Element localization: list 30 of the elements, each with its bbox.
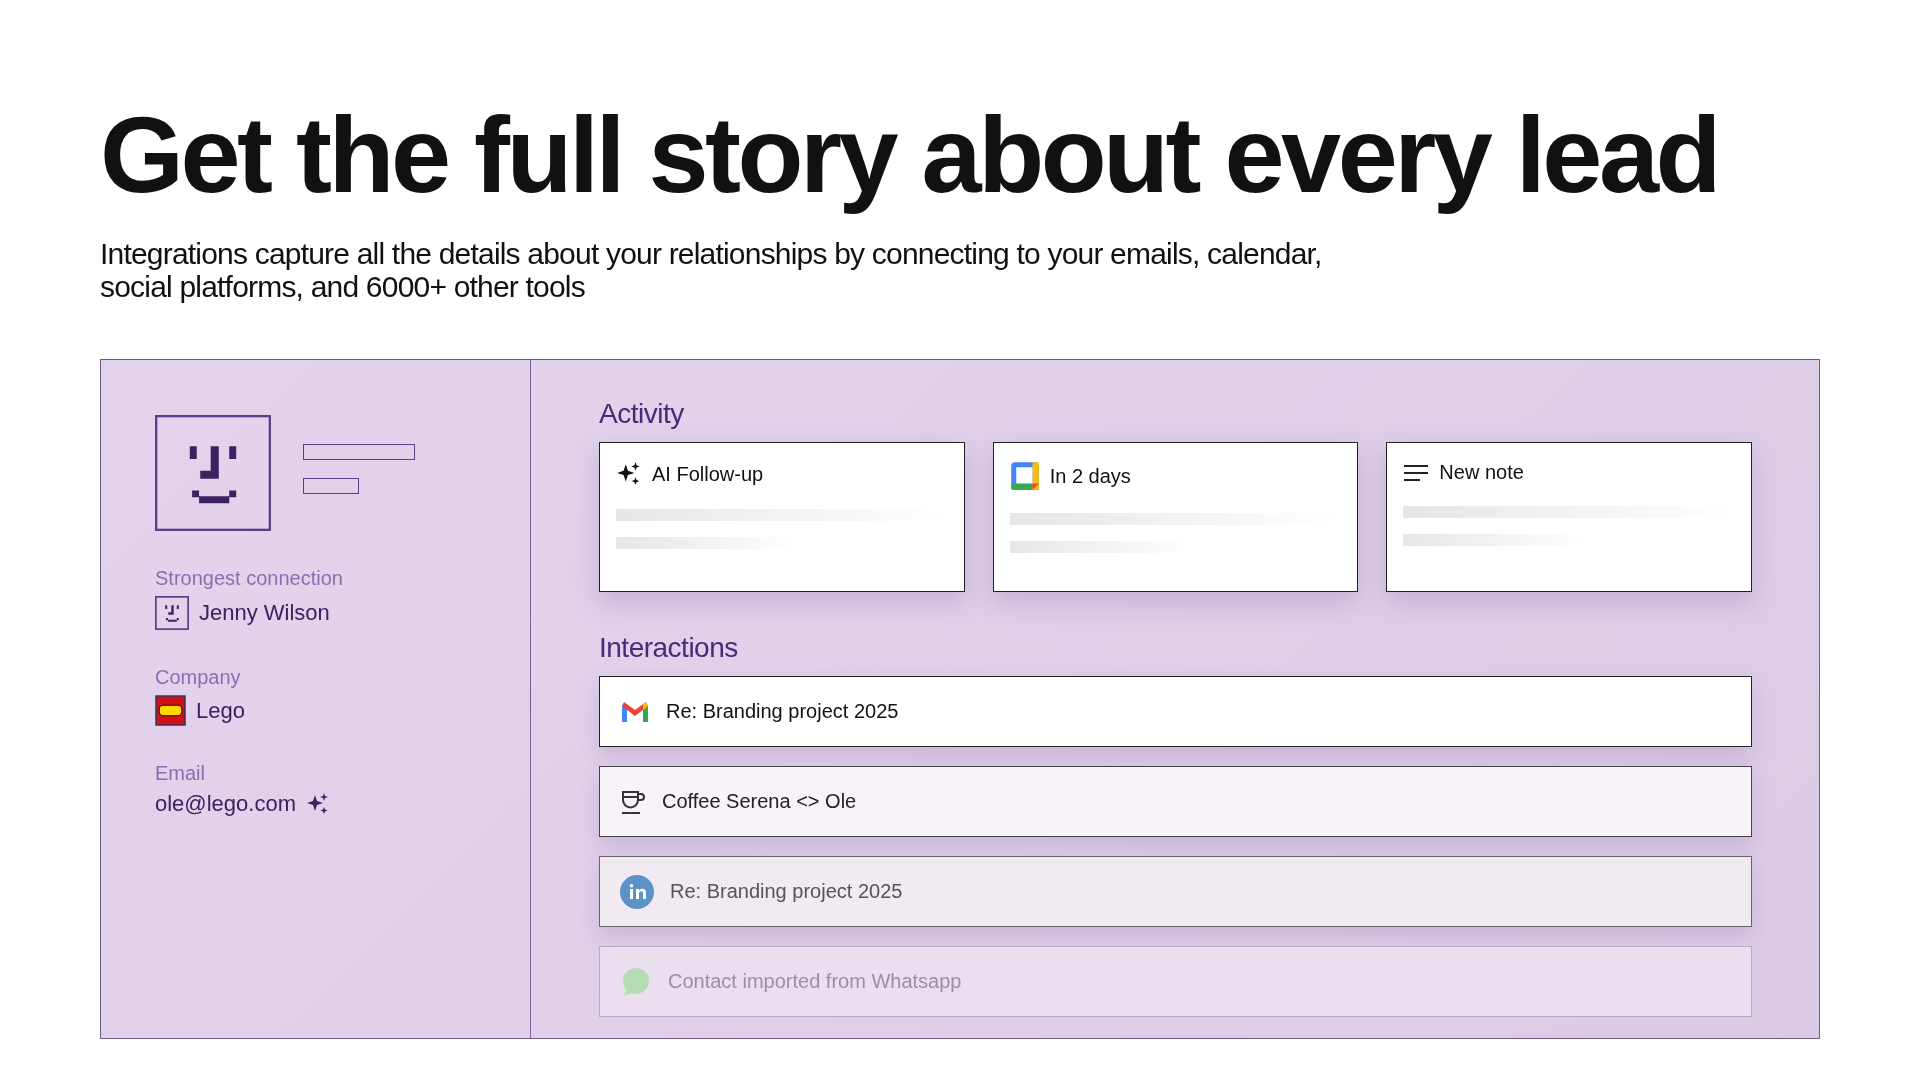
- card-title: AI Follow-up: [652, 462, 764, 486]
- interaction-row[interactable]: Re: Branding project 2025: [599, 856, 1752, 928]
- activity-card[interactable]: AI Follow-up: [599, 442, 965, 593]
- lines-icon: [1403, 462, 1430, 483]
- avatar-icon: [155, 415, 271, 532]
- interaction-row[interactable]: Re: Branding project 2025: [599, 676, 1752, 748]
- calendar-icon: [1009, 461, 1040, 492]
- subtitle: Integrations capture all the details about your relationships by connecting to your emails, calendar, social platforms, and 6000+ other tools: [100, 237, 1323, 304]
- cup-icon: [620, 788, 646, 815]
- field-value: ole@lego.com: [155, 791, 296, 818]
- field-label: Company: [155, 666, 242, 690]
- avatar-icon: [155, 596, 189, 631]
- interaction-row[interactable]: Coffee Serena <> Ole: [599, 766, 1752, 838]
- activity-card[interactable]: In 2 days: [992, 442, 1359, 593]
- placeholder-bar: [303, 478, 359, 495]
- activity-card[interactable]: New note: [1386, 442, 1752, 593]
- field-label: Strongest connection: [155, 567, 344, 591]
- section-title: Activity: [599, 398, 685, 431]
- field-label: Email: [155, 762, 206, 786]
- envelope-icon: [620, 699, 650, 724]
- field-value: Jenny Wilson: [199, 600, 330, 627]
- linkedin-icon: [620, 874, 654, 909]
- brand-logo-icon: [155, 695, 186, 727]
- headline: Get the full story about every lead: [100, 98, 1719, 212]
- section-title: Interactions: [599, 632, 739, 665]
- sparkle-icon: [616, 461, 642, 488]
- field-value: Lego: [196, 697, 245, 724]
- card-title: In 2 days: [1049, 464, 1131, 488]
- chat-bubble-icon: [620, 965, 652, 998]
- card-title: New note: [1439, 461, 1524, 485]
